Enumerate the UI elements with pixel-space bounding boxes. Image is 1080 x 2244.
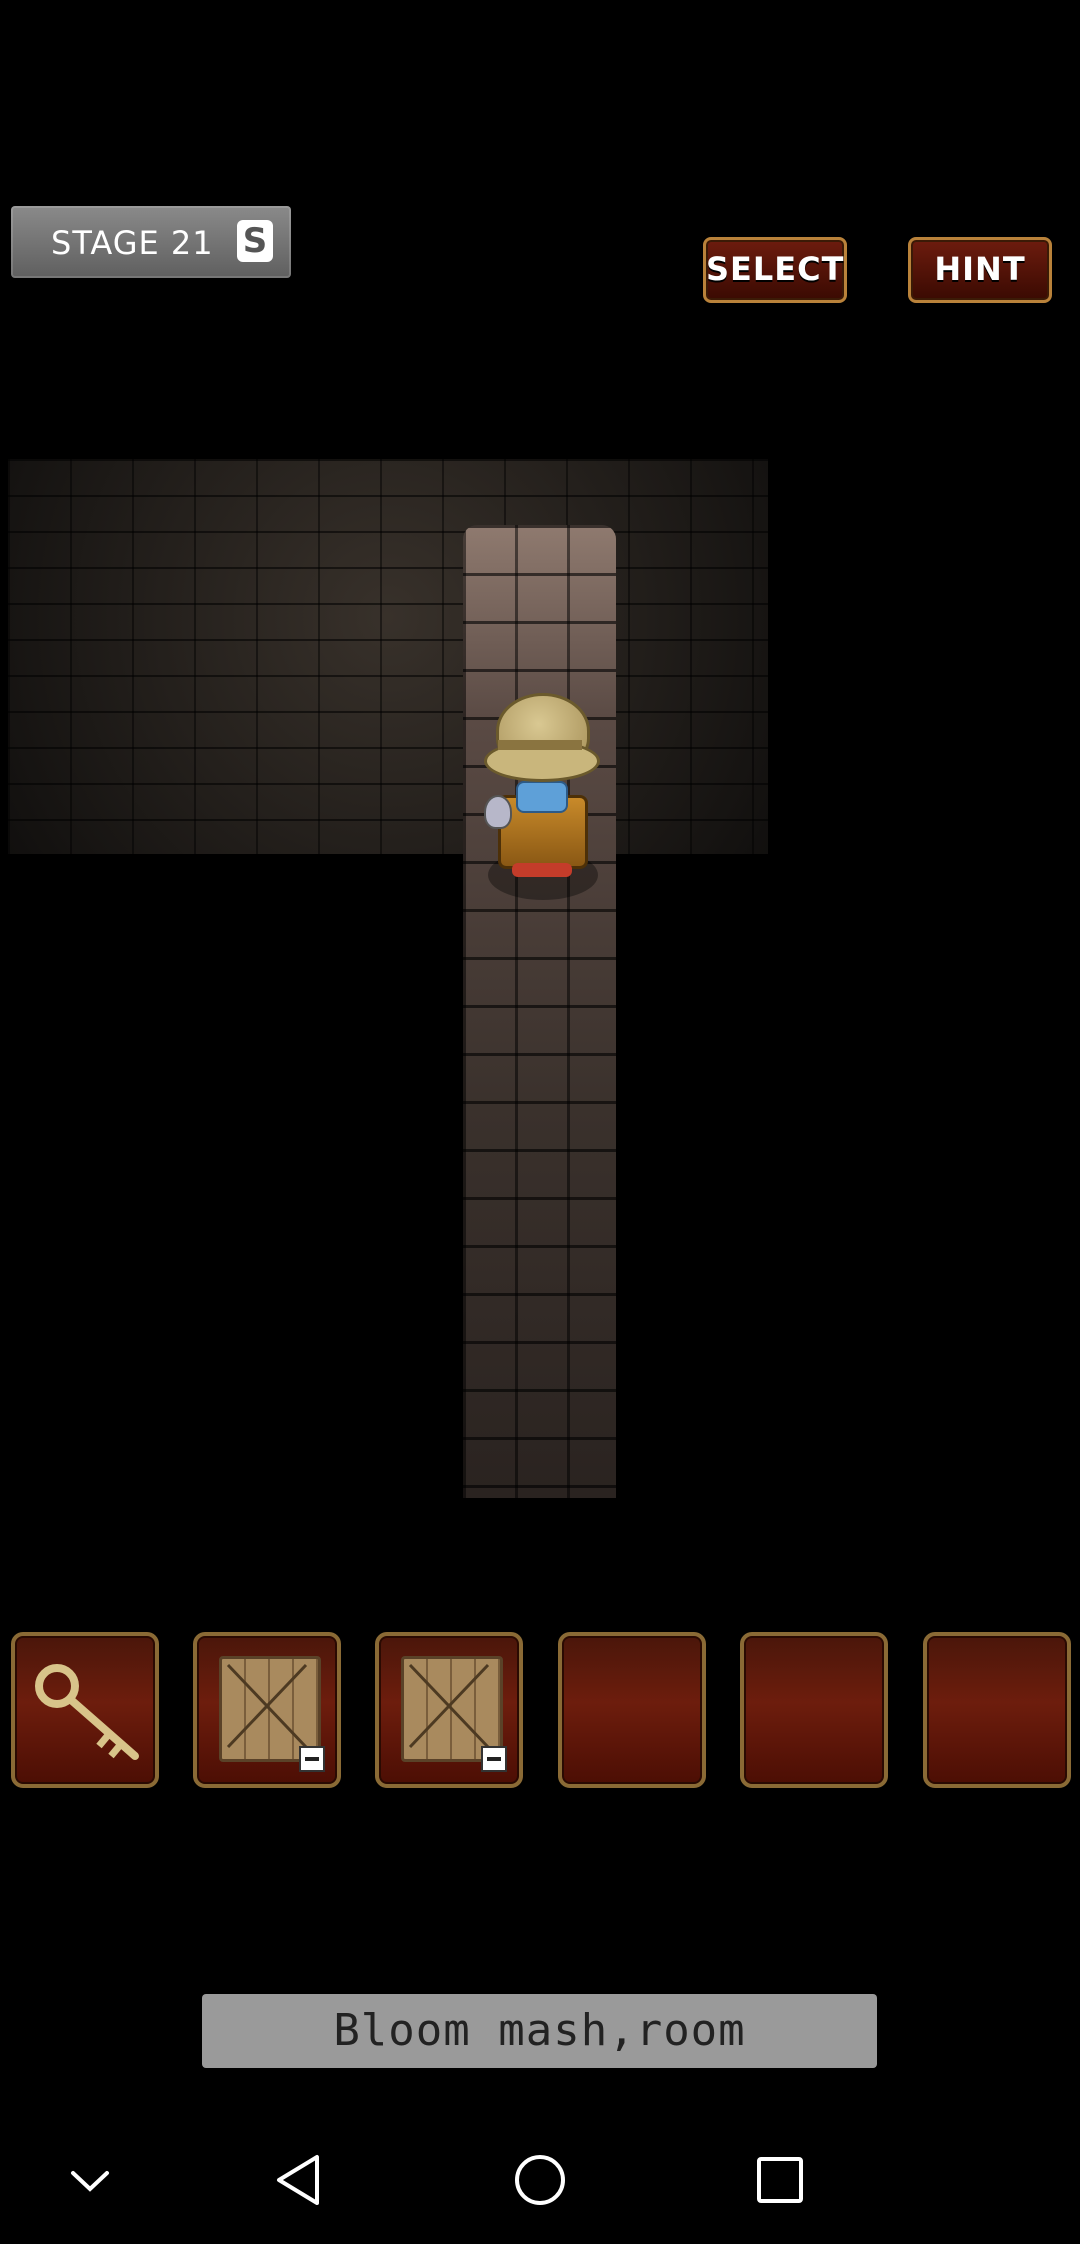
stone-corridor[interactable]	[463, 525, 616, 1498]
collapse-icon[interactable]	[55, 2145, 125, 2215]
scarf	[516, 781, 568, 813]
hat-band	[498, 740, 582, 750]
minus-icon[interactable]	[481, 1746, 507, 1772]
key-icon	[35, 1664, 139, 1760]
inventory-slot-3[interactable]	[375, 1632, 523, 1788]
dungeon-wall	[8, 459, 768, 854]
bird-companion	[484, 795, 512, 829]
inventory-slot-4[interactable]	[558, 1632, 706, 1788]
recents-icon[interactable]	[745, 2145, 815, 2215]
character-feet	[512, 863, 572, 877]
inventory-slot-1[interactable]	[11, 1632, 159, 1788]
select-button[interactable]: SELECT	[703, 237, 847, 303]
player-character[interactable]	[478, 685, 608, 905]
location-caption: Bloom mash,room	[202, 1994, 877, 2068]
rank-s-icon: S	[237, 220, 273, 262]
minus-icon[interactable]	[299, 1746, 325, 1772]
inventory-slot-2[interactable]	[193, 1632, 341, 1788]
game-scene[interactable]	[0, 0, 1080, 2244]
inventory-slot-5[interactable]	[740, 1632, 888, 1788]
inventory-slot-6[interactable]	[923, 1632, 1071, 1788]
home-icon[interactable]	[505, 2145, 575, 2215]
back-icon[interactable]	[265, 2145, 335, 2215]
stage-label: STAGE 21	[51, 224, 214, 262]
hint-button[interactable]: HINT	[908, 237, 1052, 303]
stage-badge: STAGE 21 S	[11, 206, 291, 278]
